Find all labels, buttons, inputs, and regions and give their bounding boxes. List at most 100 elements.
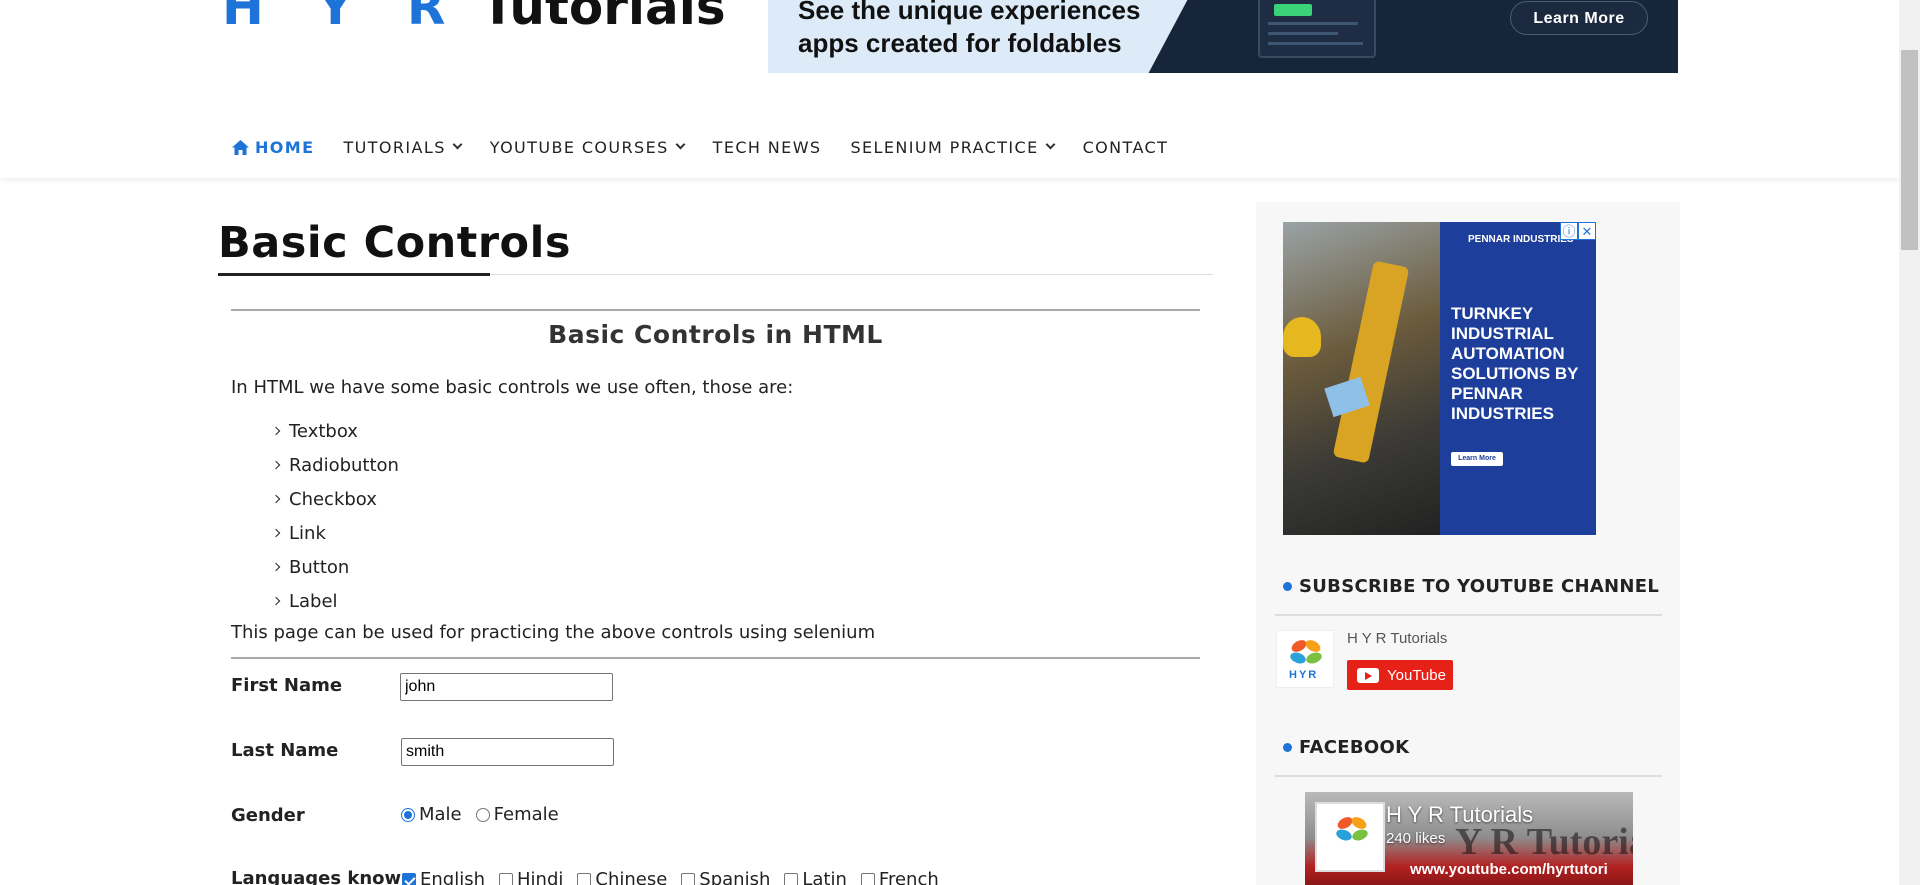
nav-home[interactable]: HOME — [232, 138, 314, 157]
list-item-label: Label — [289, 590, 338, 612]
chevron-right-icon — [271, 528, 281, 538]
chinese-checkbox[interactable] — [577, 872, 592, 885]
practice-note: This page can be used for practicing the… — [231, 622, 876, 643]
language-option-hindi[interactable]: Hindi — [499, 869, 563, 885]
fb-likes: 240 likes — [1386, 830, 1446, 847]
bullet-icon — [1283, 743, 1292, 752]
english-label: English — [420, 869, 485, 885]
ad-photo — [1283, 222, 1440, 535]
chevron-down-icon — [675, 139, 686, 150]
hindi-label: Hindi — [517, 869, 564, 885]
foldable-phone-image — [1258, 0, 1376, 58]
first-name-input[interactable] — [400, 673, 613, 701]
gender-option-female[interactable]: Female — [475, 804, 559, 825]
list-item-label: Checkbox — [289, 488, 377, 510]
nav-tutorials[interactable]: TUTORIALS — [343, 138, 463, 157]
male-radio[interactable] — [401, 807, 415, 822]
spanish-label: Spanish — [699, 869, 771, 885]
english-checkbox[interactable] — [402, 872, 416, 885]
facebook-divider — [1275, 775, 1662, 777]
ad-text: See the unique experiences apps created … — [798, 0, 1140, 60]
ad-learn-more-button[interactable]: Learn More — [1451, 452, 1503, 466]
subscribe-divider — [1275, 614, 1662, 616]
chevron-right-icon — [271, 494, 281, 504]
chevron-right-icon — [271, 562, 281, 572]
chevron-down-icon — [452, 139, 463, 150]
language-option-french[interactable]: French — [860, 869, 939, 885]
nav-youtube-courses[interactable]: YOUTUBE COURSES — [489, 137, 686, 157]
nav-selenium-practice[interactable]: SELENIUM PRACTICE — [850, 137, 1056, 157]
logo-tutorials: Tutorials — [480, 0, 726, 36]
ad-learn-more-button[interactable]: Learn More — [1510, 1, 1648, 35]
site-logo[interactable]: H Y R Tutorials — [222, 0, 726, 36]
latin-label: Latin — [802, 869, 847, 885]
spanish-checkbox[interactable] — [681, 872, 696, 885]
list-item: Link — [271, 516, 399, 550]
language-option-latin[interactable]: Latin — [784, 869, 847, 885]
facebook-heading-text: FACEBOOK — [1299, 737, 1410, 758]
language-option-spanish[interactable]: Spanish — [681, 869, 770, 885]
nav-contact[interactable]: CONTACT — [1083, 138, 1169, 157]
chevron-right-icon — [271, 596, 281, 606]
ad-line-1: See the unique experiences — [798, 0, 1141, 25]
subscribe-heading-text: SUBSCRIBE TO YOUTUBE CHANNEL — [1299, 576, 1660, 597]
list-item: Checkbox — [271, 482, 399, 516]
hindi-checkbox[interactable] — [499, 872, 513, 885]
nav-contact-label: CONTACT — [1082, 137, 1169, 157]
chevron-right-icon — [271, 426, 281, 436]
fb-page-name[interactable]: H Y R Tutorials — [1386, 802, 1533, 828]
nav-selenium-practice-label: SELENIUM PRACTICE — [850, 137, 1039, 157]
page-scrollbar[interactable] — [1899, 0, 1920, 885]
female-radio[interactable] — [475, 807, 490, 822]
latin-checkbox[interactable] — [784, 872, 799, 885]
male-radio-label: Male — [419, 804, 462, 825]
last-name-input[interactable] — [401, 738, 614, 766]
facebook-page-widget[interactable]: Y R Tutoria www.youtube.com/hyrtutori H … — [1305, 792, 1633, 885]
gender-radio-group: Male Female — [401, 804, 573, 825]
ad-headline: TURNKEY INDUSTRIAL AUTOMATION SOLUTIONS … — [1451, 304, 1579, 423]
fb-page-logo[interactable] — [1315, 802, 1385, 872]
section-title: Basic Controls in HTML — [548, 320, 883, 349]
list-item: Button — [271, 550, 399, 584]
scrollbar-thumb[interactable] — [1901, 50, 1918, 250]
languages-label: Languages known — [231, 868, 414, 885]
nav-tech-news[interactable]: TECH NEWS — [713, 138, 822, 157]
language-option-chinese[interactable]: Chinese — [577, 869, 667, 885]
top-banner-ad[interactable]: See the unique experiences apps created … — [768, 0, 1678, 73]
chinese-label: Chinese — [595, 869, 668, 885]
gender-label: Gender — [231, 805, 305, 826]
ad-choices: ⓘ ✕ — [1560, 222, 1596, 240]
home-icon — [232, 139, 249, 155]
close-icon[interactable]: ✕ — [1578, 222, 1596, 240]
nav-home-label: HOME — [255, 137, 315, 157]
list-item-label: Textbox — [289, 420, 358, 442]
list-item: Label — [271, 584, 399, 618]
language-option-english[interactable]: English — [402, 869, 485, 885]
site-header: H Y R Tutorials See the unique experienc… — [0, 0, 1899, 178]
sidebar-ad[interactable]: PENNAR INDUSTRIES TURNKEY INDUSTRIAL AUT… — [1283, 222, 1596, 535]
list-item: Radiobutton — [271, 448, 399, 482]
first-name-label: First Name — [231, 675, 343, 696]
channel-logo[interactable]: HYR — [1276, 630, 1334, 688]
youtube-button-label: YouTube — [1387, 666, 1446, 684]
facebook-heading: FACEBOOK — [1283, 737, 1409, 758]
youtube-icon — [1357, 667, 1379, 683]
nav-youtube-courses-label: YOUTUBE COURSES — [489, 137, 669, 157]
youtube-subscribe-button[interactable]: YouTube — [1347, 660, 1453, 690]
intro-text: In HTML we have some basic controls we u… — [231, 377, 794, 398]
info-icon[interactable]: ⓘ — [1560, 222, 1578, 240]
female-radio-label: Female — [493, 804, 559, 825]
subscribe-heading: SUBSCRIBE TO YOUTUBE CHANNEL — [1283, 576, 1659, 597]
title-underline — [218, 273, 490, 276]
main-nav: HOME TUTORIALS YOUTUBE COURSES TECH NEWS… — [232, 133, 1197, 161]
french-checkbox[interactable] — [860, 872, 875, 885]
french-label: French — [878, 869, 939, 885]
controls-list: Textbox Radiobutton Checkbox Link Button… — [271, 414, 399, 618]
section-top-rule — [231, 309, 1200, 311]
form-top-rule — [231, 657, 1200, 659]
languages-checkbox-group: English Hindi Chinese Spanish Latin Fren… — [402, 869, 953, 885]
nav-tech-news-label: TECH NEWS — [712, 137, 822, 157]
channel-name[interactable]: H Y R Tutorials — [1347, 630, 1447, 647]
gender-option-male[interactable]: Male — [401, 804, 462, 825]
chevron-right-icon — [271, 460, 281, 470]
